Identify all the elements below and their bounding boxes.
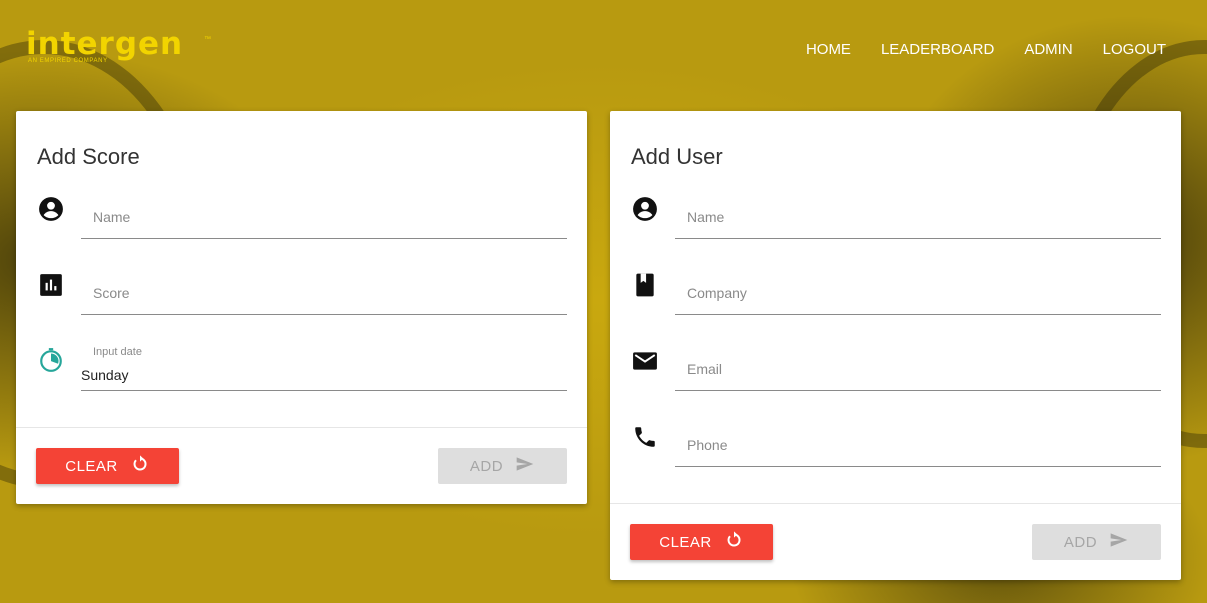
mail-icon [632,348,658,374]
score-date-underline [81,390,567,391]
refresh-icon [724,530,744,554]
score-name-placeholder: Name [93,209,131,225]
account-circle-icon [38,196,64,222]
send-icon [515,454,535,478]
score-name-underline [81,238,567,239]
add-user-card: Add User Name Company Email Phone CLEAR [610,111,1181,580]
score-value-underline [81,314,567,315]
nav-admin[interactable]: ADMIN [1024,41,1072,59]
score-date-label: Input date [93,346,142,358]
user-phone-placeholder: Phone [687,437,728,453]
score-add-button[interactable]: ADD [438,448,567,484]
nav-home[interactable]: HOME [806,41,851,59]
book-icon [632,272,658,298]
score-clear-label: CLEAR [65,457,118,475]
user-add-button[interactable]: ADD [1032,524,1161,560]
nav-logout[interactable]: LOGOUT [1103,41,1166,59]
brand-tagline: AN EMPIRED COMPANY [28,58,108,64]
score-clear-button[interactable]: CLEAR [36,448,179,484]
account-circle-icon [632,196,658,222]
user-name-placeholder: Name [687,209,725,225]
top-nav: HOME LEADERBOARD ADMIN LOGOUT [806,41,1166,59]
user-email-placeholder: Email [687,361,723,377]
score-name-field[interactable]: Name [16,196,587,256]
user-email-underline [675,390,1161,391]
user-company-placeholder: Company [687,285,747,301]
user-phone-underline [675,466,1161,467]
user-name-underline [675,238,1161,239]
user-company-field[interactable]: Company [610,272,1181,332]
send-icon [1109,530,1129,554]
user-add-label: ADD [1063,533,1098,551]
add-score-card: Add Score Name Score Input date Sunday C… [16,111,587,504]
bar-chart-icon [38,272,64,298]
score-date-field[interactable]: Input date Sunday [16,346,587,408]
user-card-divider [610,503,1181,504]
user-name-field[interactable]: Name [610,196,1181,256]
timelapse-icon [38,347,64,373]
score-value-field[interactable]: Score [16,272,587,332]
brand-logo[interactable]: intergen ™ AN EMPIRED COMPANY [26,26,216,68]
user-clear-label: CLEAR [659,533,712,551]
user-clear-button[interactable]: CLEAR [630,524,773,560]
score-add-label: ADD [469,457,504,475]
brand-trademark: ™ [204,36,211,43]
user-phone-field[interactable]: Phone [610,424,1181,484]
add-score-title: Add Score [37,144,140,169]
phone-icon [632,424,658,450]
brand-wordmark: intergen [26,26,184,62]
score-date-value: Sunday [81,367,129,383]
user-company-underline [675,314,1161,315]
add-user-title: Add User [631,144,723,169]
user-email-field[interactable]: Email [610,348,1181,408]
score-card-divider [16,427,587,428]
score-value-placeholder: Score [93,285,130,301]
nav-leaderboard[interactable]: LEADERBOARD [881,41,994,59]
refresh-icon [130,454,150,478]
